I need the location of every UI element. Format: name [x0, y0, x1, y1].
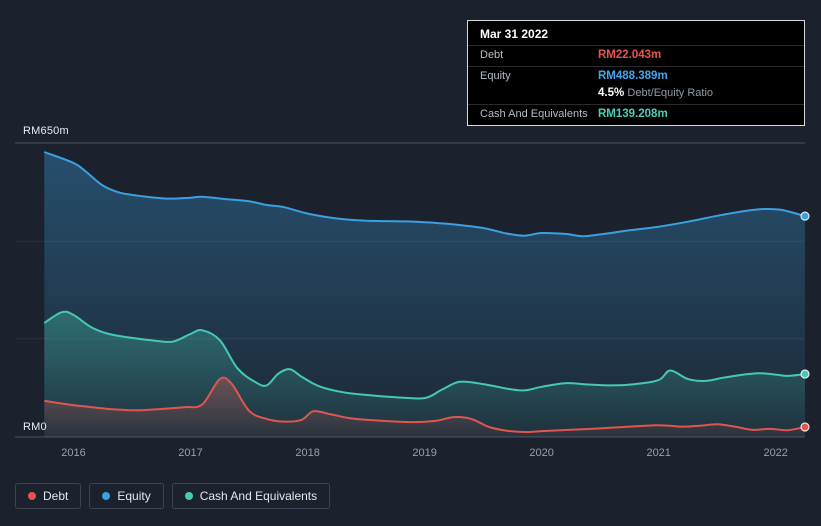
- x-axis-label-2019: 2019: [412, 447, 437, 459]
- tooltip-label-equity: Equity: [480, 70, 511, 82]
- debt-series-dot: [28, 492, 36, 500]
- tooltip-row-ratio: 4.5% Debt/Equity Ratio: [468, 87, 804, 104]
- y-axis-label-bottom: RM0: [23, 421, 47, 433]
- legend-cash-label: Cash And Equivalents: [199, 489, 318, 503]
- tooltip-label-cash: Cash And Equivalents: [480, 108, 588, 120]
- x-axis-label-2021: 2021: [646, 447, 671, 459]
- tooltip-label-debt: Debt: [480, 49, 504, 61]
- legend-debt-label: Debt: [43, 489, 69, 503]
- chart-tooltip: Mar 31 2022 Debt RM22.043m Equity RM488.…: [467, 20, 805, 126]
- x-axis-label-2017: 2017: [178, 447, 203, 459]
- legend-equity[interactable]: Equity: [89, 483, 164, 509]
- tooltip-row-cash: Cash And Equivalents RM139.208m: [468, 104, 804, 125]
- x-axis-label-2018: 2018: [295, 447, 320, 459]
- x-axis-label-2020: 2020: [529, 447, 554, 459]
- x-axis-label-2016: 2016: [61, 447, 86, 459]
- legend-equity-label: Equity: [117, 489, 151, 503]
- tooltip-date: Mar 31 2022: [480, 27, 549, 41]
- y-axis-label-top: RM650m: [23, 125, 69, 137]
- tooltip-row-debt: Debt RM22.043m: [468, 45, 804, 66]
- equity-series-dot: [102, 492, 111, 500]
- tooltip-value-ratio: 4.5% Debt/Equity Ratio: [598, 87, 713, 99]
- chart-legend: Debt Equity Cash And Equivalents: [15, 483, 331, 509]
- ratio-percent: 4.5%: [598, 87, 625, 99]
- legend-debt[interactable]: Debt: [15, 483, 82, 509]
- tooltip-value-debt: RM22.043m: [598, 49, 662, 61]
- tooltip-value-cash: RM139.208m: [598, 108, 668, 120]
- ratio-caption: Debt/Equity Ratio: [627, 87, 714, 99]
- x-axis: 2016 2017 2018 2019 2020 2021 2022: [0, 447, 821, 463]
- tooltip-row-equity: Equity RM488.389m: [468, 66, 804, 87]
- tooltip-value-equity: RM488.389m: [598, 70, 668, 82]
- cash-series-dot: [184, 492, 193, 500]
- x-axis-label-2022: 2022: [763, 447, 788, 459]
- cash-and-equivalents-end-dot[interactable]: [800, 369, 810, 379]
- debt-end-dot[interactable]: [800, 422, 810, 432]
- debt-equity-history-chart: RM650m RM0 2016 2017 2018 2019 2020 2021…: [0, 0, 821, 526]
- legend-cash[interactable]: Cash And Equivalents: [171, 483, 331, 509]
- equity-end-dot[interactable]: [800, 211, 810, 221]
